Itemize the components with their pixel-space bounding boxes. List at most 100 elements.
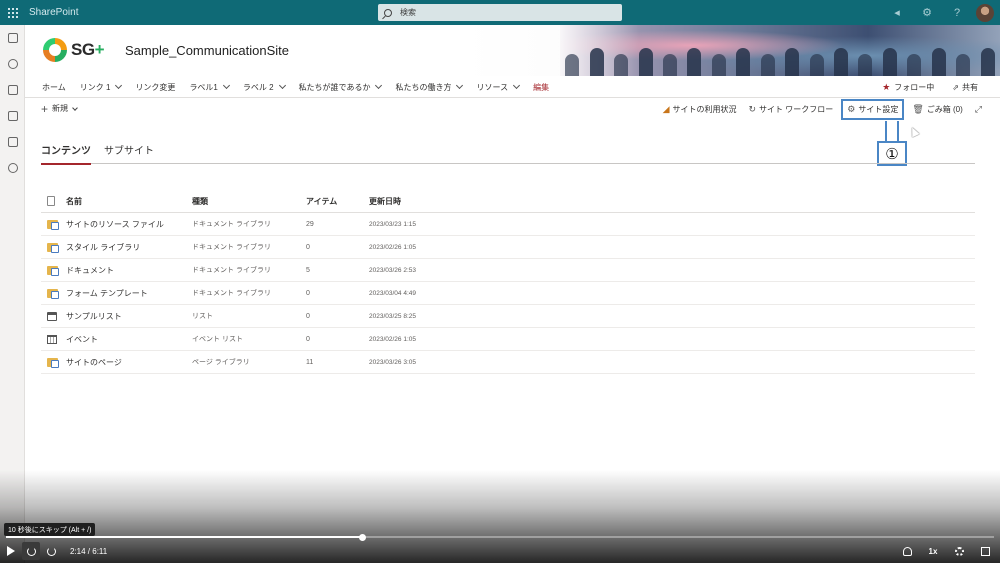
row-name[interactable]: フォーム テンプレート bbox=[66, 288, 192, 299]
site-usage-button[interactable]: ◢ サイトの利用状況 bbox=[663, 104, 737, 115]
table-header-row: 名前 種類 アイテム 更新日時 bbox=[41, 190, 975, 213]
globe-icon[interactable] bbox=[0, 51, 25, 77]
playback-time: 2:14 / 6:11 bbox=[70, 546, 108, 556]
site-header: SG + Sample_CommunicationSite bbox=[25, 25, 1000, 76]
nav-item[interactable]: ホーム bbox=[42, 82, 66, 93]
logo-text: SG bbox=[71, 40, 95, 59]
plus-icon: + bbox=[41, 101, 49, 116]
row-name[interactable]: ドキュメント bbox=[66, 265, 192, 276]
mouse-cursor-icon bbox=[908, 125, 920, 138]
row-modified: 2023/03/26 3:05 bbox=[369, 358, 416, 366]
row-items: 5 bbox=[306, 266, 310, 274]
file-icon[interactable] bbox=[0, 103, 25, 129]
app-name[interactable]: SharePoint bbox=[29, 7, 78, 18]
column-header-items[interactable]: アイテム bbox=[306, 196, 369, 207]
expand-button[interactable]: ⤢ bbox=[975, 104, 985, 115]
avatar[interactable] bbox=[976, 3, 994, 22]
recycle-bin-button[interactable]: 🗑 ごみ箱 (0) bbox=[912, 104, 962, 115]
column-header-type[interactable]: 種類 bbox=[192, 196, 306, 207]
document-icon bbox=[47, 196, 55, 206]
row-items: 0 bbox=[306, 312, 310, 320]
row-name[interactable]: サイトのリソース ファイル bbox=[66, 219, 192, 230]
contents-table: 名前 種類 アイテム 更新日時 サイトのリソース ファイル ドキュメント ライブラ… bbox=[41, 190, 975, 374]
speed-button[interactable]: 1x bbox=[924, 542, 942, 560]
play-button[interactable] bbox=[2, 542, 20, 560]
edit-link[interactable]: 編集 bbox=[533, 82, 549, 93]
gear-icon: ⚙ bbox=[847, 103, 856, 114]
table-row[interactable]: ドキュメント ドキュメント ライブラリ 5 2023/03/26 2:53 bbox=[41, 259, 975, 282]
row-name[interactable]: サンプルリスト bbox=[66, 311, 192, 322]
skip-back-button[interactable] bbox=[22, 542, 40, 560]
command-bar: + 新規 ◢ サイトの利用状況 ↻ サイト ワークフロー ⚙ サイト設定 🗑 ご… bbox=[25, 98, 1000, 120]
row-items: 0 bbox=[306, 335, 310, 343]
callout-connector bbox=[885, 121, 899, 142]
site-logo[interactable]: SG + bbox=[43, 38, 105, 62]
site-title[interactable]: Sample_CommunicationSite bbox=[125, 43, 289, 58]
tab-subsites[interactable]: サブサイト bbox=[104, 140, 154, 163]
app-launcher-icon[interactable] bbox=[0, 0, 25, 25]
library-icon bbox=[47, 242, 59, 253]
site-navigation: ホーム リンク 1 リンク変更 ラベル1 ラベル 2 私たちが誰であるか 私たちの働き方 リソ… bbox=[25, 76, 1000, 98]
nav-item[interactable]: リンク 1 bbox=[80, 81, 123, 93]
column-header-modified[interactable]: 更新日時 bbox=[369, 196, 489, 207]
site-usage-label: サイトの利用状況 bbox=[672, 104, 737, 114]
nav-item-label: 私たちが誰であるか bbox=[298, 82, 371, 92]
row-name[interactable]: スタイル ライブラリ bbox=[66, 242, 192, 253]
progress-bar[interactable] bbox=[6, 533, 994, 541]
site-settings-button[interactable]: ⚙ サイト設定 bbox=[841, 98, 905, 120]
create-icon[interactable] bbox=[0, 155, 25, 181]
site-workflow-button[interactable]: ↻ サイト ワークフロー bbox=[749, 104, 834, 115]
nav-item[interactable]: ラベル 2 bbox=[243, 81, 286, 93]
site-workflow-label: サイト ワークフロー bbox=[759, 104, 834, 114]
people-button[interactable] bbox=[898, 542, 916, 560]
nav-item[interactable]: リンク変更 bbox=[135, 82, 175, 93]
row-modified: 2023/03/23 1:15 bbox=[369, 220, 416, 228]
table-row[interactable]: サイトのリソース ファイル ドキュメント ライブラリ 29 2023/03/23 1:… bbox=[41, 213, 975, 236]
new-button[interactable]: + 新規 bbox=[41, 101, 78, 116]
chevron-down-icon bbox=[72, 104, 78, 111]
play-icon bbox=[7, 546, 15, 556]
progress-handle[interactable] bbox=[359, 533, 367, 541]
table-row[interactable]: サンプルリスト リスト 0 2023/03/25 8:25 bbox=[41, 305, 975, 328]
column-header-name[interactable]: 名前 bbox=[66, 196, 192, 207]
nav-item[interactable]: 私たちが誰であるか bbox=[298, 81, 383, 93]
player-settings-button[interactable] bbox=[950, 542, 968, 560]
help-icon[interactable]: ? bbox=[942, 0, 972, 25]
chevron-down-icon bbox=[513, 81, 521, 90]
gear-icon[interactable]: ⚙ bbox=[912, 0, 942, 25]
follow-button[interactable]: フォロー中 bbox=[894, 82, 934, 93]
nav-item-label: ホーム bbox=[42, 82, 66, 92]
home-icon[interactable] bbox=[0, 25, 25, 51]
lists-icon[interactable] bbox=[0, 129, 25, 155]
share-button[interactable]: 共有 bbox=[962, 82, 978, 93]
gear-icon bbox=[954, 546, 964, 556]
logo-mark-icon bbox=[43, 38, 67, 62]
skip-tooltip: 10 秒後にスキップ (Alt + /) bbox=[4, 523, 96, 536]
chevron-down-icon bbox=[278, 81, 286, 90]
row-type: ドキュメント ライブラリ bbox=[192, 267, 271, 274]
people-icon bbox=[902, 546, 912, 556]
tab-contents[interactable]: コンテンツ bbox=[41, 140, 91, 165]
nav-item[interactable]: リソース bbox=[476, 81, 521, 93]
megaphone-icon[interactable]: ◂ bbox=[882, 0, 912, 25]
table-row[interactable]: スタイル ライブラリ ドキュメント ライブラリ 0 2023/02/26 1:05 bbox=[41, 236, 975, 259]
nav-item[interactable]: ラベル1 bbox=[189, 81, 230, 93]
search-input[interactable]: 検索 bbox=[378, 4, 622, 21]
library-icon bbox=[47, 357, 59, 368]
skip-forward-button[interactable] bbox=[42, 542, 60, 560]
row-name[interactable]: イベント bbox=[66, 334, 192, 345]
progress-fill bbox=[6, 536, 363, 538]
calendar-icon bbox=[47, 334, 57, 344]
table-row[interactable]: イベント イベント リスト 0 2023/02/26 1:05 bbox=[41, 328, 975, 351]
table-row[interactable]: フォーム テンプレート ドキュメント ライブラリ 0 2023/03/04 4:49 bbox=[41, 282, 975, 305]
nav-item-label: ラベル1 bbox=[189, 82, 218, 92]
table-row[interactable]: サイトのページ ページ ライブラリ 11 2023/03/26 3:05 bbox=[41, 351, 975, 374]
row-modified: 2023/03/26 2:53 bbox=[369, 266, 416, 274]
row-type: イベント リスト bbox=[192, 336, 243, 343]
site-settings-label: サイト設定 bbox=[858, 104, 899, 114]
nav-item-label: リンク変更 bbox=[135, 82, 176, 92]
nav-item[interactable]: 私たちの働き方 bbox=[395, 81, 464, 93]
fullscreen-button[interactable] bbox=[976, 542, 994, 560]
news-icon[interactable] bbox=[0, 77, 25, 103]
row-name[interactable]: サイトのページ bbox=[66, 357, 192, 368]
